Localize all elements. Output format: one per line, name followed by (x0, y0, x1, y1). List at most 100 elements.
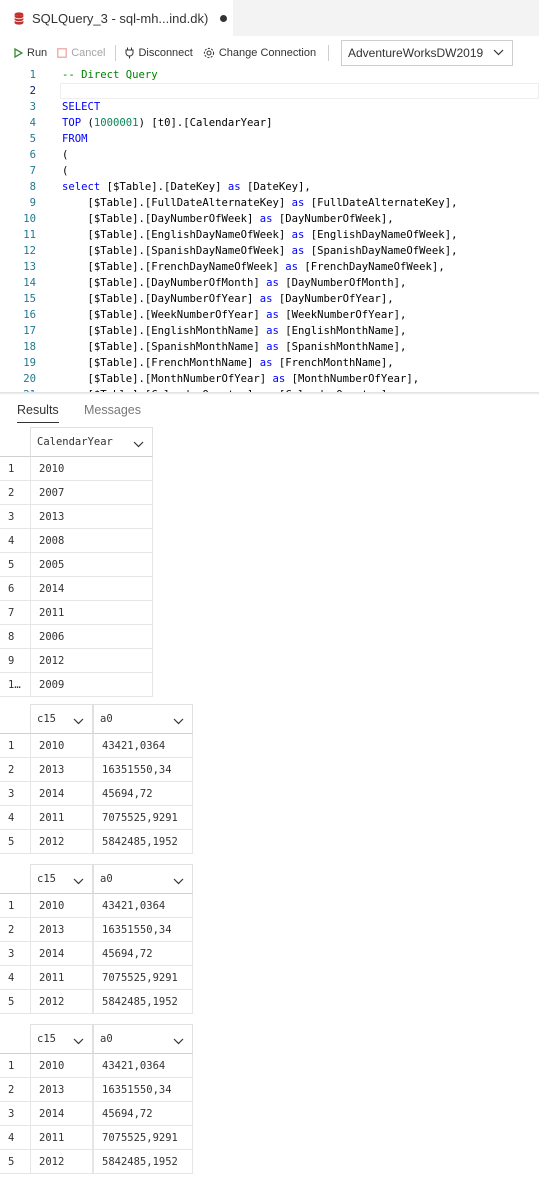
row-number[interactable]: 4 (0, 966, 30, 990)
chevron-down-icon[interactable] (73, 876, 84, 888)
database-select[interactable]: AdventureWorksDW2019 (341, 40, 513, 66)
table-cell[interactable]: 2011 (30, 806, 93, 830)
chevron-down-icon[interactable] (173, 1036, 184, 1048)
table-cell[interactable]: 2012 (30, 830, 93, 854)
row-number[interactable]: 1 (0, 457, 30, 481)
row-number[interactable]: 2 (0, 481, 30, 505)
table-cell[interactable]: 2005 (30, 553, 153, 577)
row-number[interactable]: 5 (0, 830, 30, 854)
row-number[interactable]: 5 (0, 1150, 30, 1174)
unsaved-dot-icon[interactable] (220, 14, 228, 22)
table-cell[interactable]: 2014 (30, 942, 93, 966)
table-cell[interactable]: 2012 (30, 649, 153, 673)
table-cell[interactable]: 2011 (30, 966, 93, 990)
code-line[interactable]: 13 [$Table].[FrenchDayNameOfWeek] as [Fr… (0, 259, 539, 275)
table-cell[interactable]: 5842485,1952 (93, 1150, 193, 1174)
table-cell[interactable]: 5842485,1952 (93, 990, 193, 1014)
table-cell[interactable]: 16351550,34 (93, 758, 193, 782)
code-line[interactable]: 10 [$Table].[DayNumberOfWeek] as [DayNum… (0, 211, 539, 227)
table-cell[interactable]: 2011 (30, 601, 153, 625)
code-line[interactable]: 20 [$Table].[MonthNumberOfYear] as [Mont… (0, 371, 539, 387)
table-cell[interactable]: 2010 (30, 734, 93, 758)
table-cell[interactable]: 2010 (30, 457, 153, 481)
column-header[interactable]: c15 (30, 704, 93, 734)
sql-editor[interactable]: 1 -- Direct Query 2 3 SELECT 4 TOP (1000001) [… (0, 67, 539, 394)
code-line[interactable]: 1 -- Direct Query (0, 67, 539, 83)
column-header[interactable]: a0 (93, 864, 193, 894)
row-number[interactable]: 4 (0, 806, 30, 830)
table-cell[interactable]: 2012 (30, 990, 93, 1014)
code-line[interactable]: 4 TOP (1000001) [t0].[CalendarYear] (0, 115, 539, 131)
table-cell[interactable]: 2013 (30, 505, 153, 529)
row-number[interactable]: 4 (0, 1126, 30, 1150)
table-cell[interactable]: 2007 (30, 481, 153, 505)
row-number[interactable]: 3 (0, 782, 30, 806)
row-number[interactable]: 2 (0, 918, 30, 942)
table-cell[interactable]: 2010 (30, 1054, 93, 1078)
column-header[interactable]: a0 (93, 1024, 193, 1054)
column-header[interactable]: c15 (30, 864, 93, 894)
row-number[interactable]: 2 (0, 758, 30, 782)
column-header[interactable]: a0 (93, 704, 193, 734)
chevron-down-icon[interactable] (173, 876, 184, 888)
tab-results[interactable]: Results (17, 403, 59, 423)
row-number[interactable]: 1 (0, 734, 30, 758)
row-number[interactable]: 4 (0, 529, 30, 553)
table-cell[interactable]: 43421,0364 (93, 894, 193, 918)
table-cell[interactable]: 16351550,34 (93, 1078, 193, 1102)
row-number[interactable]: 1 (0, 1054, 30, 1078)
row-number[interactable]: 2 (0, 1078, 30, 1102)
row-number[interactable]: 9 (0, 649, 30, 673)
code-line[interactable]: 8 select [$Table].[DateKey] as [DateKey], (0, 179, 539, 195)
code-line[interactable]: 2 (0, 83, 539, 99)
code-line[interactable]: 18 [$Table].[SpanishMonthName] as [Spani… (0, 339, 539, 355)
cancel-button[interactable]: Cancel (57, 47, 105, 59)
code-line[interactable]: 17 [$Table].[EnglishMonthName] as [Engli… (0, 323, 539, 339)
row-number[interactable]: 1… (0, 673, 30, 697)
code-line[interactable]: 3 SELECT (0, 99, 539, 115)
table-cell[interactable]: 7075525,9291 (93, 966, 193, 990)
row-number[interactable]: 8 (0, 625, 30, 649)
row-number[interactable]: 3 (0, 1102, 30, 1126)
code-line[interactable]: 6( (0, 147, 539, 163)
row-number[interactable]: 6 (0, 577, 30, 601)
chevron-down-icon[interactable] (173, 716, 184, 728)
row-number[interactable]: 5 (0, 990, 30, 1014)
row-number[interactable]: 3 (0, 942, 30, 966)
chevron-down-icon[interactable] (73, 716, 84, 728)
chevron-down-icon[interactable] (73, 1036, 84, 1048)
code-line[interactable]: 9 [$Table].[FullDateAlternateKey] as [Fu… (0, 195, 539, 211)
disconnect-button[interactable]: Disconnect (125, 47, 193, 59)
code-line[interactable]: 14 [$Table].[DayNumberOfMonth] as [DayNu… (0, 275, 539, 291)
code-line[interactable]: 19 [$Table].[FrenchMonthName] as [French… (0, 355, 539, 371)
table-cell[interactable]: 2009 (30, 673, 153, 697)
table-cell[interactable]: 16351550,34 (93, 918, 193, 942)
table-cell[interactable]: 5842485,1952 (93, 830, 193, 854)
table-cell[interactable]: 2014 (30, 1102, 93, 1126)
table-cell[interactable]: 2013 (30, 918, 93, 942)
code-line[interactable]: 16 [$Table].[WeekNumberOfYear] as [WeekN… (0, 307, 539, 323)
code-line[interactable]: 7( (0, 163, 539, 179)
column-header[interactable]: c15 (30, 1024, 93, 1054)
column-header[interactable]: CalendarYear (30, 427, 153, 457)
query-tab[interactable]: SQLQuery_3 - sql-mh...ind.dk) (0, 0, 233, 36)
table-cell[interactable]: 43421,0364 (93, 734, 193, 758)
change-connection-button[interactable]: Change Connection (203, 47, 316, 59)
table-cell[interactable]: 7075525,9291 (93, 1126, 193, 1150)
code-line[interactable]: 11 [$Table].[EnglishDayNameOfWeek] as [E… (0, 227, 539, 243)
table-cell[interactable]: 2006 (30, 625, 153, 649)
chevron-down-icon[interactable] (133, 439, 144, 451)
table-cell[interactable]: 2012 (30, 1150, 93, 1174)
table-cell[interactable]: 2013 (30, 1078, 93, 1102)
tab-messages[interactable]: Messages (84, 403, 141, 417)
table-cell[interactable]: 2014 (30, 577, 153, 601)
table-cell[interactable]: 45694,72 (93, 782, 193, 806)
table-cell[interactable]: 43421,0364 (93, 1054, 193, 1078)
table-cell[interactable]: 45694,72 (93, 942, 193, 966)
row-number[interactable]: 5 (0, 553, 30, 577)
table-cell[interactable]: 7075525,9291 (93, 806, 193, 830)
run-button[interactable]: Run (14, 47, 47, 59)
code-line[interactable]: 15 [$Table].[DayNumberOfYear] as [DayNum… (0, 291, 539, 307)
table-cell[interactable]: 2011 (30, 1126, 93, 1150)
table-cell[interactable]: 2013 (30, 758, 93, 782)
